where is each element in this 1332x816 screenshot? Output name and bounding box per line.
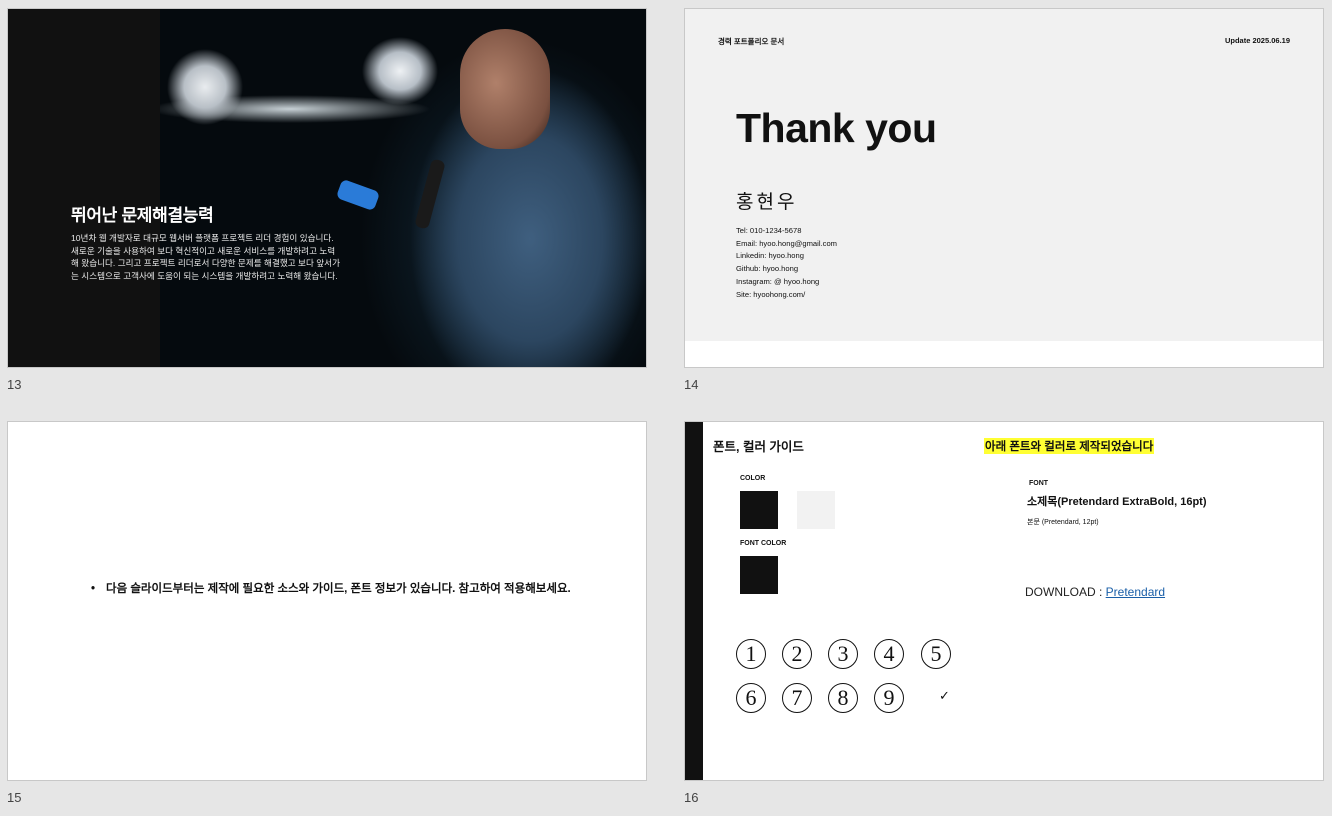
bullet-text: 다음 슬라이드부터는 제작에 필요한 소스와 가이드, 폰트 정보가 있습니다.… (106, 583, 571, 595)
contact-github: Github: hyoo.hong (736, 264, 799, 274)
slide-16-thumbnail[interactable]: 폰트, 컬러 가이드 아래 폰트와 컬러로 제작되었습니다 COLOR FONT… (684, 421, 1324, 781)
person-name: 홍현우 (736, 192, 798, 213)
font-body-spec: 본문 (Pretendard, 12pt) (1027, 519, 1099, 526)
circled-number-5: 5 (921, 639, 951, 669)
slide-number-16: 16 (684, 790, 699, 805)
color-swatch-light-gray (797, 491, 835, 529)
slide-number-15: 15 (7, 790, 22, 805)
check-icon: ✓ (939, 688, 950, 703)
circled-number-2: 2 (782, 639, 812, 669)
highlight-note: 아래 폰트와 컬러로 제작되었습니다 (984, 438, 1155, 454)
slide-13-title: 뛰어난 문제해결능력 (71, 206, 214, 225)
circled-number-7: 7 (782, 683, 812, 713)
slide-15-thumbnail[interactable]: • 다음 슬라이드부터는 제작에 필요한 소스와 가이드, 폰트 정보가 있습니다… (7, 421, 647, 781)
circled-number-9: 9 (874, 683, 904, 713)
contact-tel: Tel: 010-1234-5678 (736, 226, 802, 235)
guide-title: 폰트, 컬러 가이드 (713, 440, 804, 454)
font-label: FONT (1029, 480, 1049, 487)
bullet-dot: • (91, 583, 96, 595)
header-right: Update 2025.06.19 (1224, 36, 1290, 45)
download-label: DOWNLOAD : (1025, 585, 1106, 599)
thank-you-title: Thank you (736, 105, 937, 151)
download-line: DOWNLOAD : Pretendard (1025, 585, 1165, 599)
slide-13-body: 10년차 웹 개발자로 대규모 웹서버 플랫폼 프로젝트 리더 경험이 있습니다… (71, 233, 340, 281)
contact-site: Site: hyoohong.com/ (736, 289, 806, 299)
color-label: COLOR (740, 475, 766, 482)
header-left: 경력 포트폴리오 문서 (718, 37, 785, 46)
circled-number-1: 1 (736, 639, 766, 669)
font-color-swatch (740, 556, 778, 594)
contact-linkedin: Linkedin: hyoo.hong (736, 251, 804, 261)
font-title-spec: 소제목(Pretendard ExtraBold, 16pt) (1027, 496, 1207, 508)
speaker-head-shape (460, 29, 550, 149)
circled-number-6: 6 (736, 683, 766, 713)
left-accent-bar (685, 422, 703, 780)
pretendard-download-link[interactable]: Pretendard (1106, 585, 1165, 599)
contact-instagram: Instagram: @ hyoo.hong (736, 276, 820, 286)
contact-email: Email: hyoo.hong@gmail.com (736, 238, 837, 248)
bullet-item: • 다음 슬라이드부터는 제작에 필요한 소스와 가이드, 폰트 정보가 있습니다… (91, 580, 571, 596)
slide-number-14: 14 (684, 377, 699, 392)
contact-list: Tel: 010-1234-5678 Email: hyoo.hong@gmai… (736, 225, 837, 301)
dark-panel (8, 9, 160, 367)
slide-number-13: 13 (7, 377, 22, 392)
color-swatch-black (740, 491, 778, 529)
font-color-label: FONT COLOR (740, 540, 787, 547)
slide-13-thumbnail[interactable]: 뛰어난 문제해결능력 10년차 웹 개발자로 대규모 웹서버 플랫폼 프로젝트 … (7, 8, 647, 368)
circled-number-8: 8 (828, 683, 858, 713)
slide-14-thumbnail[interactable]: 경력 포트폴리오 문서 Update 2025.06.19 Thank you … (684, 8, 1324, 368)
circled-number-3: 3 (828, 639, 858, 669)
circled-number-4: 4 (874, 639, 904, 669)
